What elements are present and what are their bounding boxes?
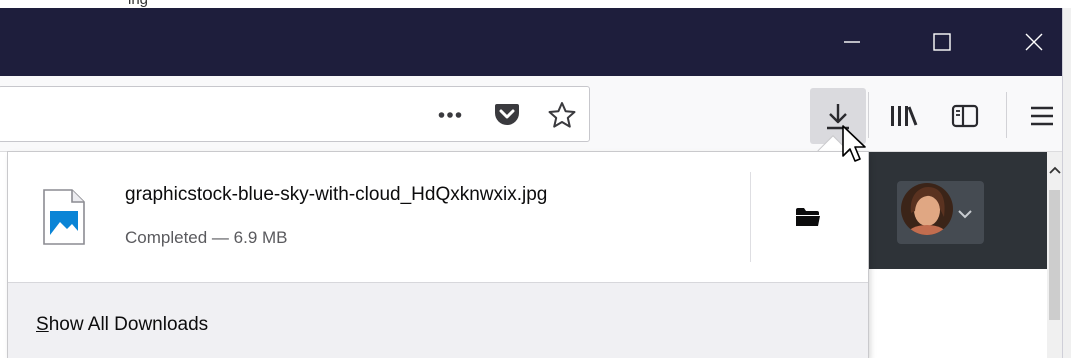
pocket-icon	[495, 104, 519, 125]
download-status: Completed — 6.9 MB	[125, 228, 288, 247]
download-file-name: graphicstock-blue-sky-with-cloud_HdQxknw…	[125, 184, 548, 205]
page-actions-icon	[438, 112, 462, 118]
accesskey-letter: S	[36, 314, 49, 335]
page-actions-button[interactable]	[428, 98, 472, 132]
bookmark-star-icon	[548, 102, 576, 128]
sidebar-icon	[951, 104, 979, 128]
top-strip-text: ing	[128, 0, 148, 8]
menu-icon	[1031, 106, 1053, 126]
item-divider	[750, 172, 751, 262]
image-file-icon	[42, 188, 86, 246]
close-button[interactable]	[1004, 8, 1064, 76]
sidebar-button[interactable]	[942, 98, 988, 134]
title-bar[interactable]	[0, 8, 1062, 76]
library-icon	[891, 106, 918, 126]
scroll-up-button[interactable]	[1047, 160, 1062, 180]
close-icon	[1025, 33, 1043, 51]
minimize-button[interactable]	[822, 8, 882, 76]
bookmark-star-button[interactable]	[540, 96, 584, 134]
window-border	[1062, 8, 1071, 358]
show-all-downloads-button[interactable]: Show All Downloads	[36, 314, 208, 336]
pocket-button[interactable]	[485, 98, 529, 132]
maximize-button[interactable]	[912, 8, 972, 76]
show-all-downloads-label: how All Downloads	[48, 314, 209, 335]
user-avatar	[901, 183, 953, 235]
maximize-icon	[933, 33, 951, 51]
open-containing-folder-button[interactable]	[752, 172, 864, 262]
minimize-icon	[844, 41, 860, 43]
open-folder-icon	[796, 208, 820, 226]
chevron-down-icon	[958, 206, 972, 222]
menu-button[interactable]	[1022, 98, 1062, 134]
chevron-up-icon	[1048, 166, 1061, 174]
scrollbar-thumb[interactable]	[1049, 190, 1060, 320]
toolbar-separator	[1006, 92, 1007, 138]
library-button[interactable]	[880, 98, 926, 134]
top-strip	[0, 0, 1071, 8]
mouse-cursor-icon	[841, 124, 871, 164]
download-item[interactable]	[8, 152, 750, 282]
